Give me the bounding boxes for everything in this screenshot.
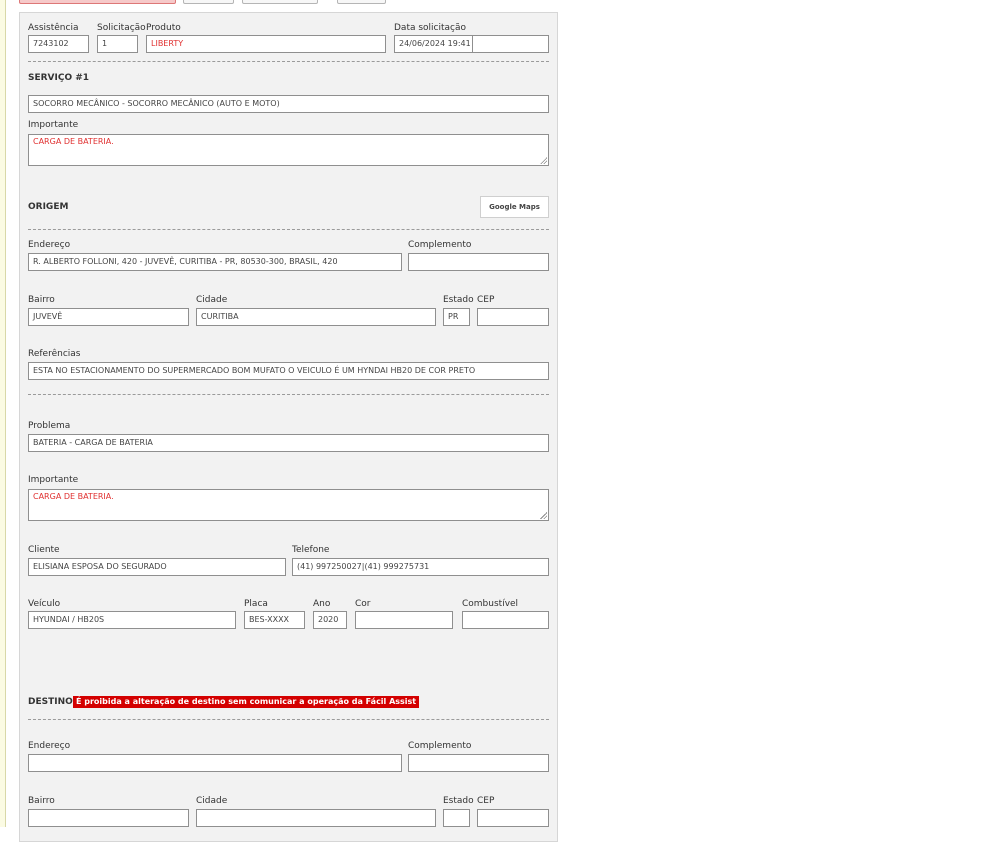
assistencia-label: Assistência [28,23,79,33]
combustivel-label: Combustível [462,599,519,609]
top-action-button-red[interactable] [19,0,176,4]
veiculo-label: Veículo [28,599,61,609]
origem-estado-label: Estado [443,295,474,305]
ano-field[interactable]: 2020 [313,611,347,629]
destino-title: DESTINO [28,697,73,707]
problema-importante-label: Importante [28,475,79,485]
destino-warning-badge: É proibida a alteração de destino sem co… [73,696,420,708]
resize-grip-icon[interactable] [540,157,547,164]
solicitacao-field[interactable]: 1 [97,35,138,53]
top-action-button[interactable] [183,0,234,4]
cor-label: Cor [355,599,371,609]
destino-bairro-label: Bairro [28,796,55,806]
cliente-label: Cliente [28,545,60,555]
divider [28,394,549,395]
assistencia-field[interactable]: 7243102 [28,35,89,53]
destino-complemento-label: Complemento [408,741,472,751]
problema-field[interactable]: BATERIA - CARGA DE BATERIA [28,434,549,452]
origem-cidade-label: Cidade [196,295,228,305]
cliente-field[interactable]: ELISIANA ESPOSA DO SEGURADO [28,558,286,576]
destino-endereco-field[interactable] [28,754,402,772]
produto-field[interactable]: LIBERTY [146,35,386,53]
destino-cidade-label: Cidade [196,796,228,806]
data-solicitacao-field[interactable]: 24/06/2024 19:41 [394,35,473,53]
veiculo-field[interactable]: HYUNDAI / HB20S [28,611,236,629]
origem-endereco-label: Endereço [28,240,71,250]
resize-grip-icon[interactable] [540,512,547,519]
destino-cep-field[interactable] [477,809,549,827]
top-action-button[interactable] [242,0,318,4]
servico-importante-textarea[interactable]: CARGA DE BATERIA. [28,134,549,166]
destino-estado-label: Estado [443,796,474,806]
placa-label: Placa [244,599,268,609]
destino-bairro-field[interactable] [28,809,189,827]
servico-importante-text: CARGA DE BATERIA. [33,137,114,146]
problema-label: Problema [28,421,71,431]
origem-bairro-label: Bairro [28,295,55,305]
servico-field[interactable]: SOCORRO MECÂNICO - SOCORRO MECÂNICO (AUT… [28,95,549,113]
problema-importante-text: CARGA DE BATERIA. [33,492,114,501]
origem-endereco-field[interactable]: R. ALBERTO FOLLONI, 420 - JUVEVÊ, CURITI… [28,253,402,271]
divider [28,719,549,720]
problema-importante-textarea[interactable]: CARGA DE BATERIA. [28,489,549,521]
servico-importante-label: Importante [28,120,79,130]
origem-bairro-field[interactable]: JUVEVÊ [28,308,189,326]
google-maps-button[interactable]: Google Maps [480,196,549,218]
origem-referencias-field[interactable]: ESTA NO ESTACIONAMENTO DO SUPERMERCADO B… [28,362,549,380]
cor-field[interactable] [355,611,453,629]
destino-endereco-label: Endereço [28,741,71,751]
data-solicitacao-label: Data solicitação [394,23,467,33]
origem-complemento-field[interactable] [408,253,549,271]
destino-cep-label: CEP [477,796,495,806]
combustivel-field[interactable] [462,611,549,629]
destino-complemento-field[interactable] [408,754,549,772]
origem-referencias-label: Referências [28,349,81,359]
ano-label: Ano [313,599,331,609]
placa-field[interactable]: BES-XXXX [244,611,305,629]
divider [28,61,549,62]
origem-complemento-label: Complemento [408,240,472,250]
servico-title: SERVIÇO #1 [28,73,90,83]
origem-estado-field[interactable]: PR [443,308,470,326]
top-action-button[interactable] [337,0,386,4]
data-solicitacao-extra-field[interactable] [472,35,549,53]
origem-cep-field[interactable] [477,308,549,326]
destino-estado-field[interactable] [443,809,470,827]
destino-cidade-field[interactable] [196,809,436,827]
origem-cidade-field[interactable]: CURITIBA [196,308,436,326]
telefone-field[interactable]: (41) 997250027|(41) 999275731 [292,558,549,576]
origem-cep-label: CEP [477,295,495,305]
solicitacao-label: Solicitação [97,23,146,33]
origem-title: ORIGEM [28,202,69,212]
divider [28,229,549,230]
produto-label: Produto [146,23,181,33]
left-sidebar-strip [0,0,6,827]
telefone-label: Telefone [292,545,330,555]
